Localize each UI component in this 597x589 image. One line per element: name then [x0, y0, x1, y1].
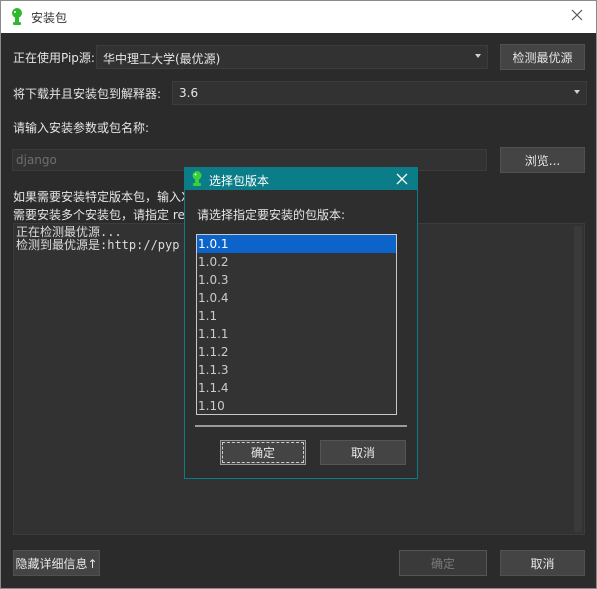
ok-button[interactable]: 确定: [399, 550, 487, 576]
version-list-item[interactable]: 1.10: [197, 397, 396, 414]
version-list-item[interactable]: 1.0.1: [197, 235, 396, 253]
pip-source-label: 正在使用Pip源:: [13, 51, 95, 65]
hint-line-2: 需要安装多个安装包，请指定 re: [13, 208, 185, 222]
python-green-icon: [12, 8, 22, 25]
dialog-divider: [195, 425, 407, 427]
interpreter-value: 3.6: [179, 86, 199, 100]
browse-button[interactable]: 浏览...: [500, 147, 585, 173]
close-icon[interactable]: [395, 172, 409, 186]
window-title: 安装包: [31, 11, 68, 25]
chevron-down-icon: [475, 54, 481, 58]
python-green-icon: [192, 171, 202, 186]
version-list-item[interactable]: 1.1: [197, 307, 396, 325]
pip-source-combo[interactable]: 华中理工大学(最优源): [96, 45, 488, 69]
pip-source-value: 华中理工大学(最优源): [103, 52, 221, 66]
toggle-details-button[interactable]: 隐藏详细信息↑: [13, 550, 100, 576]
interpreter-combo[interactable]: 3.6: [172, 81, 587, 105]
interpreter-label: 将下载并且安装包到解释器:: [13, 87, 162, 101]
version-listbox[interactable]: 1.0.1 1.0.2 1.0.3 1.0.4 1.1 1.1.1 1.1.2 1.1.3 1.…: [196, 234, 397, 415]
detect-best-source-button[interactable]: 检测最优源: [500, 44, 585, 70]
dialog-title: 选择包版本: [209, 174, 270, 188]
hint-line-1: 如果需要安装特定版本包，输入X: [13, 190, 190, 204]
version-list-item[interactable]: 1.1.2: [197, 343, 396, 361]
dialog-cancel-button[interactable]: 取消: [320, 440, 406, 465]
cancel-button[interactable]: 取消: [500, 550, 585, 576]
version-list-item[interactable]: 1.0.2: [197, 253, 396, 271]
dialog-prompt: 请选择指定要安装的包版本:: [197, 208, 346, 222]
version-list-item[interactable]: 1.1.1: [197, 325, 396, 343]
version-list-item[interactable]: 1.0.3: [197, 271, 396, 289]
package-input-label: 请输入安装参数或包名称:: [13, 121, 150, 135]
dialog-title-bar: 选择包版本: [185, 168, 417, 190]
chevron-down-icon: [574, 90, 580, 94]
title-bar: 安装包: [1, 1, 596, 33]
dialog-ok-button[interactable]: 确定: [220, 440, 306, 465]
version-list-item[interactable]: 1.1.3: [197, 361, 396, 379]
version-list-item[interactable]: 1.1.4: [197, 379, 396, 397]
select-version-dialog: 选择包版本 请选择指定要安装的包版本: 1.0.1 1.0.2 1.0.3 1.0.4…: [184, 167, 418, 479]
version-list-item[interactable]: 1.0.4: [197, 289, 396, 307]
log-scrollbar[interactable]: [574, 226, 582, 532]
close-icon[interactable]: [568, 6, 586, 24]
